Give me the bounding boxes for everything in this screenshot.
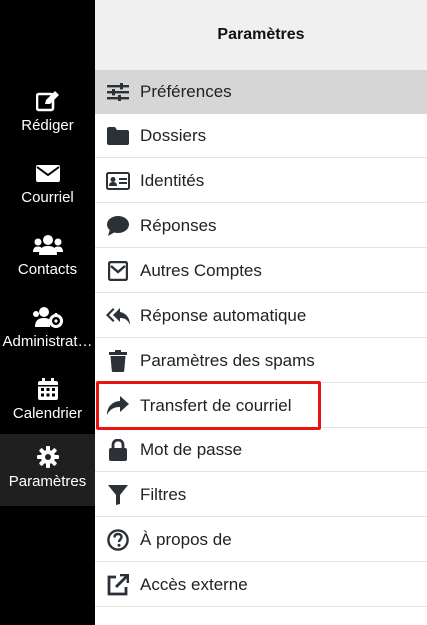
settings-item-identities[interactable]: Identités (95, 159, 427, 203)
sidebar-item-contacts[interactable]: Contacts (0, 222, 95, 294)
question-circle-icon (106, 528, 130, 551)
settings-item-label: Préférences (140, 81, 232, 101)
lock-icon (106, 438, 130, 461)
settings-item-preferences[interactable]: Préférences (95, 70, 427, 114)
panel-header: Paramètres (95, 0, 427, 70)
settings-item-label: Filtres (140, 484, 187, 504)
settings-item-external-access[interactable]: Accès externe (95, 563, 427, 607)
settings-item-auto-reply[interactable]: Réponse automatique (95, 294, 427, 338)
settings-item-label: Mot de passe (140, 439, 243, 459)
sidebar-item-settings[interactable]: Paramètres (0, 434, 95, 506)
folder-icon (106, 125, 130, 147)
settings-panel: Paramètres Préférences Dossiers Identité… (95, 0, 427, 625)
settings-item-label: Accès externe (140, 574, 248, 594)
settings-item-label: À propos de (140, 529, 232, 549)
trash-icon (106, 349, 130, 372)
sidebar-item-label: Administrat… (2, 333, 93, 350)
sliders-icon (106, 81, 130, 103)
settings-item-forwarding[interactable]: Transfert de courriel (95, 384, 427, 428)
sidebar-item-mail[interactable]: Courriel (0, 150, 95, 222)
settings-item-label: Transfert de courriel (140, 395, 292, 415)
edit-icon (35, 90, 60, 112)
settings-item-other-accounts[interactable]: Autres Comptes (95, 249, 427, 293)
settings-item-label: Réponses (140, 215, 217, 235)
app-sidebar: Rédiger Courriel Contacts Administrat… C… (0, 0, 95, 625)
envelope-square-icon (106, 260, 130, 282)
settings-item-folders[interactable]: Dossiers (95, 114, 427, 158)
id-card-icon (106, 170, 130, 192)
settings-item-filters[interactable]: Filtres (95, 473, 427, 517)
sidebar-item-label: Calendrier (12, 405, 83, 422)
sidebar-item-compose[interactable]: Rédiger (0, 78, 95, 150)
settings-item-spam[interactable]: Paramètres des spams (95, 339, 427, 383)
sidebar-item-label: Courriel (21, 189, 74, 206)
settings-item-label: Dossiers (140, 125, 207, 145)
sidebar-item-label: Rédiger (21, 117, 74, 134)
page-title: Paramètres (217, 26, 305, 43)
reply-all-icon (106, 305, 130, 327)
settings-item-label: Paramètres des spams (140, 350, 315, 370)
settings-item-about[interactable]: À propos de (95, 518, 427, 562)
sidebar-item-calendar[interactable]: Calendrier (0, 366, 95, 438)
users-icon (32, 234, 63, 256)
sidebar-item-administration[interactable]: Administrat… (0, 294, 95, 366)
users-cog-icon (32, 306, 63, 328)
settings-item-password[interactable]: Mot de passe (95, 428, 427, 472)
settings-item-label: Identités (140, 170, 205, 190)
settings-item-responses[interactable]: Réponses (95, 204, 427, 248)
external-link-icon (106, 573, 130, 596)
sidebar-item-label: Contacts (17, 261, 78, 278)
share-arrow-icon (106, 395, 130, 417)
gear-icon (36, 446, 59, 468)
filter-icon (106, 484, 130, 506)
settings-item-label: Autres Comptes (140, 260, 262, 280)
calendar-icon (37, 378, 58, 400)
settings-item-label: Réponse automatique (140, 305, 307, 325)
envelope-icon (35, 162, 60, 184)
comment-icon (106, 215, 130, 237)
sidebar-item-label: Paramètres (8, 473, 87, 490)
